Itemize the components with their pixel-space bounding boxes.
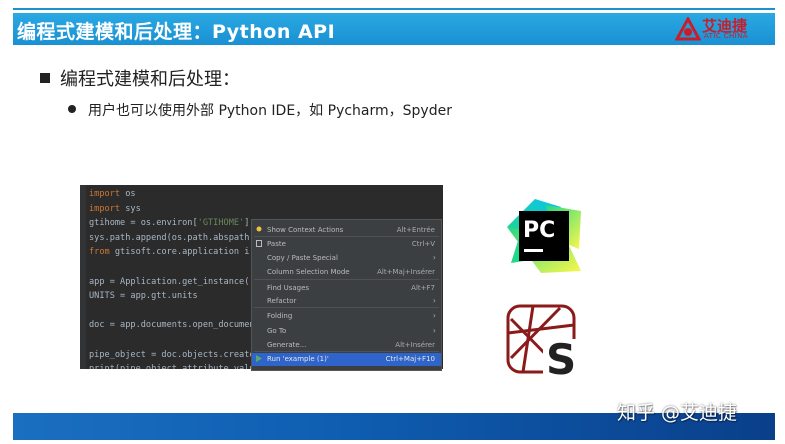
- context-menu-shortcut: Ctrl+Maj+F10: [385, 355, 435, 363]
- spyder-logo: S: [505, 303, 583, 384]
- section-heading-text: 编程式建模和后处理：: [60, 69, 240, 90]
- context-menu-item[interactable]: Folding ›: [252, 310, 441, 323]
- run-icon: [256, 355, 262, 362]
- code-token: doc = app.documents.open_documen: [89, 320, 255, 331]
- code-line: UNITS = app.gtt.units: [89, 289, 255, 304]
- context-menu-item[interactable]: Refactor ›: [252, 295, 441, 308]
- context-menu-shortcut: Alt+Maj+Insérer: [377, 268, 435, 276]
- logo-english-name: ATIC CHINA: [704, 32, 748, 40]
- context-menu-shortcut: Alt+Insérer: [395, 341, 435, 349]
- context-menu-item[interactable]: Copy / Paste Special ›: [252, 252, 441, 265]
- context-menu-item-label: Refactor: [267, 297, 297, 305]
- context-menu-item[interactable]: Column Selection Mode Alt+Maj+Insérer: [252, 266, 441, 279]
- context-menu-item-label: Show Context Actions: [267, 226, 344, 234]
- bulb-icon: [256, 226, 262, 232]
- company-logo: 艾迪捷 ATIC CHINA: [675, 16, 765, 42]
- chevron-right-icon: ›: [432, 296, 436, 305]
- code-line: pipe_object = doc.objects.create: [89, 348, 255, 363]
- section-heading: 编程式建模和后处理：: [40, 65, 240, 91]
- context-menu-item[interactable]: Paste Ctrl+V: [252, 238, 441, 251]
- context-menu-shortcut: Alt+Entrée: [396, 226, 435, 234]
- code-token: gtihome = os.environ[: [89, 218, 198, 229]
- context-menu-item-label: Generate...: [267, 341, 307, 349]
- bullet-text: 用户也可以使用外部 Python IDE，如 Pycharm，Spyder: [88, 103, 452, 119]
- context-menu-item-label: Folding: [267, 312, 293, 320]
- title-bar: 编程式建模和后处理：Python API 艾迪捷 ATIC CHINA: [13, 13, 775, 45]
- code-token: sys: [120, 203, 141, 214]
- slide-title: 编程式建模和后处理：Python API: [17, 21, 336, 43]
- code-line: from gtisoft.core.application i: [89, 245, 255, 260]
- code-line: import sys: [89, 202, 255, 217]
- context-menu-item[interactable]: Generate... Alt+Insérer: [252, 339, 441, 352]
- context-menu-item-label: Copy / Paste Special: [267, 254, 338, 262]
- code-token: pipe_object = doc.objects.create: [89, 349, 255, 360]
- code-token: 'GTIHOME': [197, 218, 245, 229]
- watermark: 知乎 @艾迪捷: [617, 402, 738, 424]
- code-token: print(pipe_object.attribute_valu: [89, 364, 255, 369]
- clipboard-icon: [256, 240, 262, 247]
- svg-text:PC: PC: [523, 218, 555, 243]
- round-bullet-icon: [68, 105, 76, 113]
- context-menu-shortcut: Ctrl+V: [411, 240, 435, 248]
- code-editor[interactable]: import os import sys gtihome = os.environ[…: [89, 187, 255, 369]
- context-menu-item[interactable]: Find Usages Alt+F7: [252, 282, 441, 295]
- code-token: gtisoft.core.application i: [109, 247, 250, 258]
- code-line: gtihome = os.environ['GTIHOME']: [89, 216, 255, 231]
- code-line: import os: [89, 187, 255, 202]
- header-top-line: [13, 8, 775, 10]
- context-menu-item-label: Column Selection Mode: [267, 268, 350, 276]
- code-line: print(pipe_object.attribute_valu: [89, 362, 255, 369]
- context-menu-shortcut: Alt+F7: [411, 284, 435, 292]
- ide-gutter: [80, 185, 86, 369]
- code-token: ]: [244, 218, 250, 229]
- context-menu-item-label: Run 'example (1)': [267, 355, 329, 363]
- code-token: sys.path.append(os.path.abspath: [89, 232, 250, 243]
- context-menu-item-label: Paste: [267, 240, 286, 248]
- code-line: sys.path.append(os.path.abspath: [89, 231, 255, 246]
- company-logo-icon: [675, 17, 701, 41]
- context-menu-item-label: Find Usages: [267, 284, 310, 292]
- code-line: doc = app.documents.open_documen: [89, 318, 255, 333]
- code-token: app = Application.get_instance(: [89, 276, 250, 287]
- menu-separator: [254, 279, 439, 280]
- chevron-right-icon: ›: [432, 311, 436, 320]
- chevron-right-icon: ›: [432, 253, 436, 262]
- code-token: import: [89, 203, 121, 214]
- context-menu: Show Context Actions Alt+Entrée Paste Ctrl+…: [251, 219, 442, 371]
- code-token: from: [89, 247, 110, 258]
- bullet-item: 用户也可以使用外部 Python IDE，如 Pycharm，Spyder: [68, 100, 452, 120]
- code-token: os: [120, 189, 136, 199]
- context-menu-item[interactable]: Go To ›: [252, 325, 441, 338]
- chevron-right-icon: ›: [432, 326, 436, 335]
- context-menu-item-label: Go To: [267, 327, 287, 335]
- svg-text:S: S: [546, 335, 576, 377]
- pycharm-logo: PC: [505, 197, 583, 275]
- square-bullet-icon: [40, 73, 50, 83]
- context-menu-item[interactable]: Show Context Actions Alt+Entrée: [252, 224, 441, 237]
- code-line: app = Application.get_instance(: [89, 275, 255, 290]
- code-token: import: [89, 189, 121, 199]
- code-token: UNITS = app.gtt.units: [89, 291, 198, 302]
- context-menu-item[interactable]: Run 'example (1)' Ctrl+Maj+F10: [252, 353, 441, 366]
